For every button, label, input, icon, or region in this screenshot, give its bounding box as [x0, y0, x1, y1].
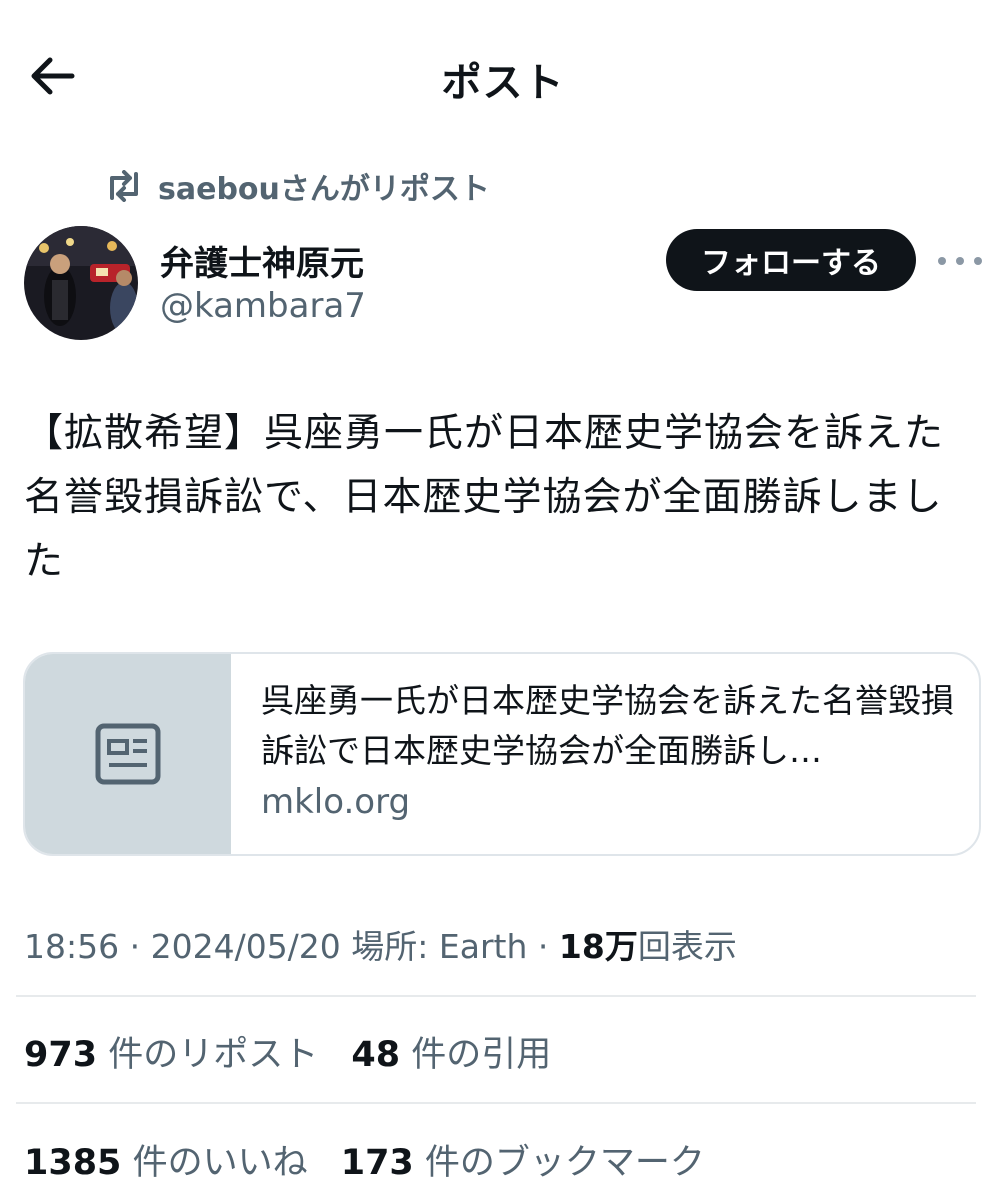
- divider: [16, 995, 976, 997]
- avatar[interactable]: [24, 226, 138, 340]
- divider: [16, 1102, 976, 1104]
- author-display-name[interactable]: 弁護士神原元: [160, 236, 364, 285]
- post-date[interactable]: 2024/05/20: [151, 927, 341, 966]
- link-card[interactable]: 呉座勇一氏が日本歴史学協会を訴えた名誉毀損訴訟で日本歴史学協会が全面勝訴し… m…: [23, 652, 981, 856]
- post-time[interactable]: 18:56: [24, 927, 119, 966]
- engagement-row-1: 973 件のリポスト 48 件の引用: [24, 1026, 573, 1077]
- more-horizontal-icon: [938, 257, 946, 265]
- repost-banner[interactable]: saebouさんがリポスト: [104, 164, 490, 208]
- reposts-label: 件のリポスト: [108, 1035, 319, 1075]
- likes-stat[interactable]: 1385 件のいいね: [24, 1143, 308, 1183]
- follow-button[interactable]: フォローする: [666, 229, 916, 291]
- link-card-domain: mklo.org: [261, 782, 411, 822]
- engagement-row-2: 1385 件のいいね 173 件のブックマーク: [24, 1134, 727, 1185]
- author-handle[interactable]: @kambara7: [160, 286, 366, 326]
- post-meta: 18:56 · 2024/05/20 場所: Earth · 18万回表示: [24, 927, 737, 966]
- quotes-label: 件の引用: [411, 1035, 552, 1075]
- top-bar: ポスト: [0, 0, 1006, 150]
- quotes-count: 48: [351, 1035, 401, 1075]
- reposts-stat[interactable]: 973 件のリポスト: [24, 1035, 318, 1075]
- link-card-thumbnail: [25, 654, 231, 854]
- location-label: 場所:: [351, 927, 429, 966]
- more-options-button[interactable]: [938, 244, 982, 278]
- location: Earth: [438, 927, 528, 966]
- reposts-count: 973: [24, 1035, 98, 1075]
- bookmarks-count: 173: [340, 1143, 414, 1183]
- avatar-image: [24, 226, 138, 340]
- views-count: 18万: [558, 927, 638, 966]
- bookmarks-label: 件のブックマーク: [424, 1143, 705, 1183]
- likes-count: 1385: [24, 1143, 122, 1183]
- bookmarks-stat[interactable]: 173 件のブックマーク: [341, 1143, 705, 1183]
- likes-label: 件のいいね: [132, 1143, 308, 1183]
- link-card-title: 呉座勇一氏が日本歴史学協会を訴えた名誉毀損訴訟で日本歴史学協会が全面勝訴し…: [261, 681, 954, 770]
- repost-banner-text: saebouさんがリポスト: [158, 172, 490, 207]
- views-label: 回表示: [637, 927, 737, 966]
- post-text: 【拡散希望】呉座勇一氏が日本歴史学協会を訴えた名誉毀損訴訟で、日本歴史学協会が全…: [24, 411, 945, 584]
- repost-icon: [110, 170, 138, 202]
- quotes-stat[interactable]: 48 件の引用: [351, 1035, 551, 1075]
- article-icon: [95, 723, 161, 785]
- page-title: ポスト: [441, 60, 565, 106]
